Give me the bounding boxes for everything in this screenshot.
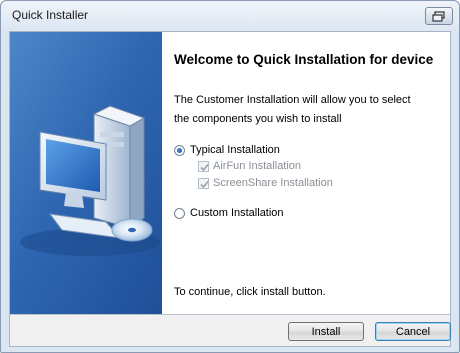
- computer-install-icon: [20, 105, 160, 256]
- checkmark-icon: [200, 163, 209, 171]
- custom-installation-option[interactable]: Custom Installation: [174, 207, 284, 219]
- typical-radio-button[interactable]: [174, 144, 185, 156]
- install-button[interactable]: Install: [288, 322, 364, 341]
- description-line-2: the components you wish to install: [174, 113, 342, 125]
- page-title: Welcome to Quick Installation for device: [174, 52, 434, 67]
- screenshare-installation-option: ScreenShare Installation: [198, 177, 333, 189]
- welcome-panel: Welcome to Quick Installation for device…: [162, 32, 450, 314]
- title-bar[interactable]: Quick Installer: [1, 1, 459, 31]
- cancel-button[interactable]: Cancel: [375, 322, 451, 341]
- checkmark-icon: [200, 180, 209, 188]
- screenshare-installation-label: ScreenShare Installation: [213, 177, 333, 189]
- restore-button[interactable]: [425, 7, 453, 25]
- airfun-installation-label: AirFun Installation: [213, 160, 302, 172]
- description-line-1: The Customer Installation will allow you…: [174, 94, 411, 106]
- airfun-installation-option: AirFun Installation: [198, 160, 301, 172]
- restore-icon: [432, 10, 445, 22]
- footer-note: To continue, click install button.: [174, 286, 326, 298]
- custom-radio-button[interactable]: [174, 207, 185, 219]
- side-banner: [10, 32, 162, 314]
- window-title: Quick Installer: [12, 8, 89, 22]
- client-area: Welcome to Quick Installation for device…: [9, 31, 451, 347]
- airfun-checkbox: [198, 160, 209, 172]
- custom-installation-label: Custom Installation: [190, 207, 284, 219]
- installer-window: Quick Installer Welcome to Quick Install…: [0, 0, 460, 353]
- button-bar: Install Cancel: [10, 315, 451, 346]
- typical-installation-option[interactable]: Typical Installation: [174, 144, 280, 156]
- screenshare-checkbox: [198, 177, 209, 189]
- typical-installation-label: Typical Installation: [190, 144, 280, 156]
